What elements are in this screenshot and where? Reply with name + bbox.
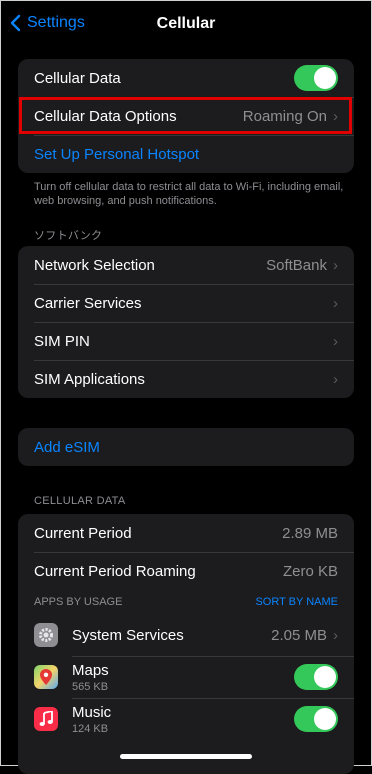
current-period-row: Current Period 2.89 MB bbox=[18, 514, 354, 552]
app-row-system-services[interactable]: System Services 2.05 MB › bbox=[18, 614, 354, 656]
app-name: Music bbox=[72, 703, 112, 721]
app-row-music: Music 124 KB bbox=[18, 698, 354, 740]
app-usage-value: 124 KB bbox=[72, 722, 109, 735]
carrier-group: Network Selection SoftBank › Carrier Ser… bbox=[18, 246, 354, 398]
cellular-data-toggle[interactable] bbox=[294, 65, 338, 91]
cellular-data-section-header: CELLULAR DATA bbox=[34, 495, 126, 507]
home-indicator[interactable] bbox=[120, 754, 252, 759]
apps-by-usage-header: APPS BY USAGE SORT BY NAME bbox=[18, 590, 354, 614]
personal-hotspot-row[interactable]: Set Up Personal Hotspot bbox=[18, 135, 354, 173]
chevron-right-icon: › bbox=[333, 332, 338, 350]
usage-group: Current Period 2.89 MB Current Period Ro… bbox=[18, 514, 354, 774]
network-selection-value: SoftBank bbox=[266, 256, 327, 274]
current-period-roaming-value: Zero KB bbox=[282, 562, 338, 580]
maps-cellular-toggle[interactable] bbox=[294, 664, 338, 690]
app-usage-value: 2.05 MB bbox=[271, 626, 327, 644]
personal-hotspot-link[interactable]: Set Up Personal Hotspot bbox=[34, 146, 199, 163]
carrier-services-label: Carrier Services bbox=[34, 294, 142, 312]
app-text: Music 124 KB bbox=[72, 704, 111, 735]
sim-pin-label: SIM PIN bbox=[34, 332, 90, 350]
sim-applications-row[interactable]: SIM Applications › bbox=[18, 360, 354, 398]
add-esim-row[interactable]: Add eSIM bbox=[18, 428, 354, 466]
app-usage-value: 565 KB bbox=[72, 680, 109, 693]
cellular-footnote: Turn off cellular data to restrict all d… bbox=[34, 181, 344, 207]
current-period-value: 2.89 MB bbox=[282, 524, 338, 542]
add-esim-link[interactable]: Add eSIM bbox=[34, 439, 100, 456]
app-name: Maps bbox=[72, 661, 109, 679]
gear-icon bbox=[34, 623, 58, 647]
app-name: System Services bbox=[72, 626, 184, 644]
highlight-box bbox=[19, 97, 352, 134]
chevron-right-icon: › bbox=[333, 626, 338, 644]
carrier-section-header: ソフトバンク bbox=[34, 230, 103, 242]
esim-group: Add eSIM bbox=[18, 428, 354, 466]
sim-pin-row[interactable]: SIM PIN › bbox=[18, 322, 354, 360]
chevron-right-icon: › bbox=[333, 294, 338, 312]
apps-by-usage-label: APPS BY USAGE bbox=[34, 596, 123, 608]
current-period-label: Current Period bbox=[34, 524, 132, 542]
app-text: Maps 565 KB bbox=[72, 662, 109, 693]
music-icon bbox=[34, 707, 58, 731]
network-selection-label: Network Selection bbox=[34, 256, 155, 274]
cellular-data-row: Cellular Data bbox=[18, 59, 354, 97]
network-selection-row[interactable]: Network Selection SoftBank › bbox=[18, 246, 354, 284]
cellular-data-label: Cellular Data bbox=[34, 69, 121, 87]
sort-by-name-button[interactable]: SORT BY NAME bbox=[255, 596, 338, 608]
current-period-roaming-row: Current Period Roaming Zero KB bbox=[18, 552, 354, 590]
chevron-right-icon: › bbox=[333, 256, 338, 274]
music-cellular-toggle[interactable] bbox=[294, 706, 338, 732]
app-row-maps: Maps 565 KB bbox=[18, 656, 354, 698]
page-title: Cellular bbox=[156, 15, 216, 32]
carrier-services-row[interactable]: Carrier Services › bbox=[18, 284, 354, 322]
current-period-roaming-label: Current Period Roaming bbox=[34, 562, 196, 580]
navigation-bar: Settings Cellular bbox=[0, 0, 372, 50]
sim-applications-label: SIM Applications bbox=[34, 370, 145, 388]
maps-icon bbox=[34, 665, 58, 689]
chevron-right-icon: › bbox=[333, 370, 338, 388]
